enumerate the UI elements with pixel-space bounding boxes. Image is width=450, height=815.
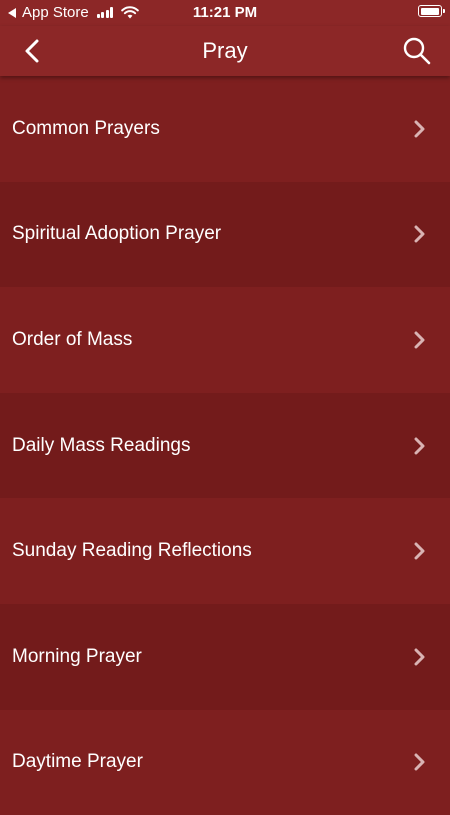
list-item-label: Spiritual Adoption Prayer — [12, 223, 222, 245]
list-item[interactable]: Daytime Prayer — [0, 709, 450, 815]
list-item[interactable]: Spiritual Adoption Prayer — [0, 181, 450, 288]
list-item[interactable]: Sunday Reading Reflections — [0, 498, 450, 604]
list-item[interactable]: Order of Mass — [0, 287, 450, 393]
list-item-label: Daily Mass Readings — [12, 434, 191, 456]
chevron-right-icon — [414, 437, 425, 455]
status-time: 11:21 PM — [192, 4, 258, 21]
chevron-right-icon — [414, 225, 425, 243]
list-item-label: Morning Prayer — [12, 645, 142, 667]
list-item[interactable]: Morning Prayer — [0, 603, 450, 710]
battery-icon — [418, 5, 445, 17]
list-item-label: Daytime Prayer — [12, 751, 143, 773]
chevron-right-icon — [414, 331, 425, 349]
page-title: Pray — [202, 38, 248, 63]
chevron-right-icon — [414, 648, 425, 666]
chevron-right-icon — [414, 542, 425, 560]
list-item-label: Sunday Reading Reflections — [12, 540, 252, 562]
list-item-label: Order of Mass — [12, 328, 133, 350]
list-item-label: Common Prayers — [12, 117, 160, 139]
chevron-right-icon — [414, 753, 425, 771]
list-item[interactable]: Daily Mass Readings — [0, 392, 450, 499]
battery-fill — [420, 7, 439, 15]
list-item[interactable]: Common Prayers — [0, 76, 450, 182]
navigation-bar: Pray — [0, 26, 450, 76]
status-bar: App Store 11:21 PM — [0, 0, 450, 26]
search-icon[interactable] — [402, 36, 432, 66]
chevron-right-icon — [414, 120, 425, 138]
prayer-menu-list: Common Prayers Spiritual Adoption Prayer O… — [0, 76, 450, 815]
